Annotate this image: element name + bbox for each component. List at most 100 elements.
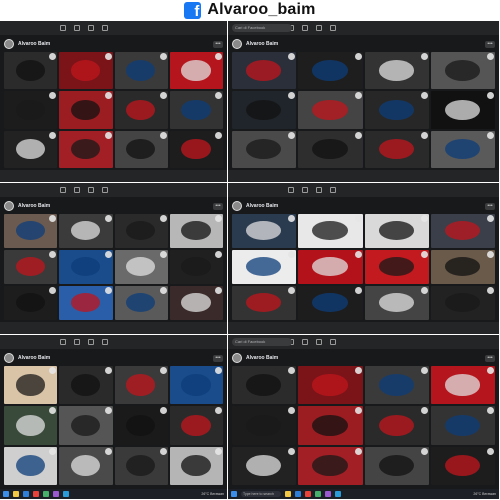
- weather-readout[interactable]: 26°C Berawan: [201, 492, 224, 496]
- edit-icon[interactable]: [49, 53, 57, 60]
- search-input[interactable]: Cari di Facebook: [232, 338, 292, 346]
- photo-thumbnail[interactable]: [59, 366, 113, 405]
- edit-icon[interactable]: [215, 215, 222, 222]
- photo-thumbnail[interactable]: [430, 214, 495, 248]
- avatar[interactable]: [4, 39, 14, 49]
- edit-icon[interactable]: [104, 131, 112, 139]
- photo-thumbnail[interactable]: [232, 366, 297, 405]
- edit-icon[interactable]: [354, 53, 362, 60]
- taskbar-app-icon[interactable]: [13, 491, 19, 497]
- photo-thumbnail[interactable]: [4, 214, 58, 248]
- more-options-icon[interactable]: •••: [213, 202, 223, 210]
- edit-icon[interactable]: [104, 251, 112, 258]
- poster-name[interactable]: Alvaroo Baim: [18, 41, 50, 47]
- poster-name[interactable]: Alvaroo Baim: [18, 203, 50, 209]
- edit-icon[interactable]: [288, 367, 296, 374]
- edit-icon[interactable]: [354, 447, 362, 455]
- edit-icon[interactable]: [215, 447, 222, 455]
- edit-icon[interactable]: [215, 92, 222, 100]
- photo-thumbnail[interactable]: [364, 446, 429, 485]
- edit-icon[interactable]: [49, 92, 57, 100]
- more-options-icon[interactable]: •••: [485, 40, 495, 48]
- photo-thumbnail[interactable]: [298, 130, 363, 168]
- edit-icon[interactable]: [215, 53, 222, 60]
- photo-thumbnail[interactable]: [4, 91, 58, 129]
- windows-start-icon[interactable]: [231, 491, 237, 497]
- taskbar-app-icon[interactable]: [305, 491, 311, 497]
- photo-thumbnail[interactable]: [114, 366, 168, 405]
- photo-thumbnail[interactable]: [364, 214, 429, 248]
- groups-icon[interactable]: [102, 339, 108, 345]
- edit-icon[interactable]: [420, 215, 428, 222]
- edit-icon[interactable]: [288, 287, 296, 294]
- marketplace-icon[interactable]: [316, 25, 322, 31]
- marketplace-icon[interactable]: [88, 339, 94, 345]
- photo-thumbnail[interactable]: [169, 250, 223, 284]
- groups-icon[interactable]: [330, 25, 336, 31]
- edit-icon[interactable]: [487, 287, 494, 294]
- photo-thumbnail[interactable]: [114, 286, 168, 320]
- photo-thumbnail[interactable]: [430, 406, 495, 445]
- photo-thumbnail[interactable]: [4, 446, 58, 485]
- photo-thumbnail[interactable]: [364, 130, 429, 168]
- photo-thumbnail[interactable]: [4, 406, 58, 445]
- edit-icon[interactable]: [288, 407, 296, 415]
- edit-icon[interactable]: [487, 407, 494, 415]
- marketplace-icon[interactable]: [88, 187, 94, 193]
- home-icon[interactable]: [60, 25, 66, 31]
- edit-icon[interactable]: [420, 92, 428, 100]
- home-icon[interactable]: [288, 187, 294, 193]
- edit-icon[interactable]: [354, 407, 362, 415]
- edit-icon[interactable]: [215, 287, 222, 294]
- photo-thumbnail[interactable]: [364, 286, 429, 320]
- photo-thumbnail[interactable]: [4, 52, 58, 90]
- photo-thumbnail[interactable]: [114, 130, 168, 168]
- poster-name[interactable]: Alvaroo Baim: [18, 355, 50, 361]
- marketplace-icon[interactable]: [88, 25, 94, 31]
- edit-icon[interactable]: [159, 287, 167, 294]
- photo-thumbnail[interactable]: [298, 446, 363, 485]
- taskbar-app-icon[interactable]: [315, 491, 321, 497]
- edit-icon[interactable]: [49, 447, 57, 455]
- edit-icon[interactable]: [487, 131, 494, 139]
- photo-thumbnail[interactable]: [298, 91, 363, 129]
- edit-icon[interactable]: [104, 447, 112, 455]
- edit-icon[interactable]: [159, 53, 167, 60]
- edit-icon[interactable]: [49, 407, 57, 415]
- edit-icon[interactable]: [288, 447, 296, 455]
- edit-icon[interactable]: [159, 251, 167, 258]
- more-options-icon[interactable]: •••: [485, 354, 495, 362]
- photo-thumbnail[interactable]: [169, 406, 223, 445]
- photo-thumbnail[interactable]: [169, 214, 223, 248]
- edit-icon[interactable]: [49, 131, 57, 139]
- edit-icon[interactable]: [288, 251, 296, 258]
- edit-icon[interactable]: [104, 92, 112, 100]
- taskbar-app-icon[interactable]: [285, 491, 291, 497]
- avatar[interactable]: [4, 353, 14, 363]
- video-icon[interactable]: [74, 25, 80, 31]
- photo-thumbnail[interactable]: [364, 91, 429, 129]
- edit-icon[interactable]: [159, 447, 167, 455]
- edit-icon[interactable]: [354, 251, 362, 258]
- edit-icon[interactable]: [49, 287, 57, 294]
- photo-thumbnail[interactable]: [4, 130, 58, 168]
- edit-icon[interactable]: [104, 287, 112, 294]
- photo-thumbnail[interactable]: [430, 91, 495, 129]
- photo-thumbnail[interactable]: [232, 130, 297, 168]
- photo-thumbnail[interactable]: [430, 286, 495, 320]
- edit-icon[interactable]: [288, 53, 296, 60]
- avatar[interactable]: [232, 39, 242, 49]
- marketplace-icon[interactable]: [316, 339, 322, 345]
- photo-thumbnail[interactable]: [430, 52, 495, 90]
- edit-icon[interactable]: [49, 215, 57, 222]
- edit-icon[interactable]: [104, 53, 112, 60]
- photo-thumbnail[interactable]: [298, 52, 363, 90]
- video-icon[interactable]: [302, 187, 308, 193]
- video-icon[interactable]: [302, 25, 308, 31]
- edit-icon[interactable]: [487, 92, 494, 100]
- taskbar-app-icon[interactable]: [43, 491, 49, 497]
- edit-icon[interactable]: [104, 407, 112, 415]
- photo-thumbnail[interactable]: [364, 366, 429, 405]
- edit-icon[interactable]: [159, 131, 167, 139]
- weather-readout[interactable]: 26°C Berawan: [473, 492, 496, 496]
